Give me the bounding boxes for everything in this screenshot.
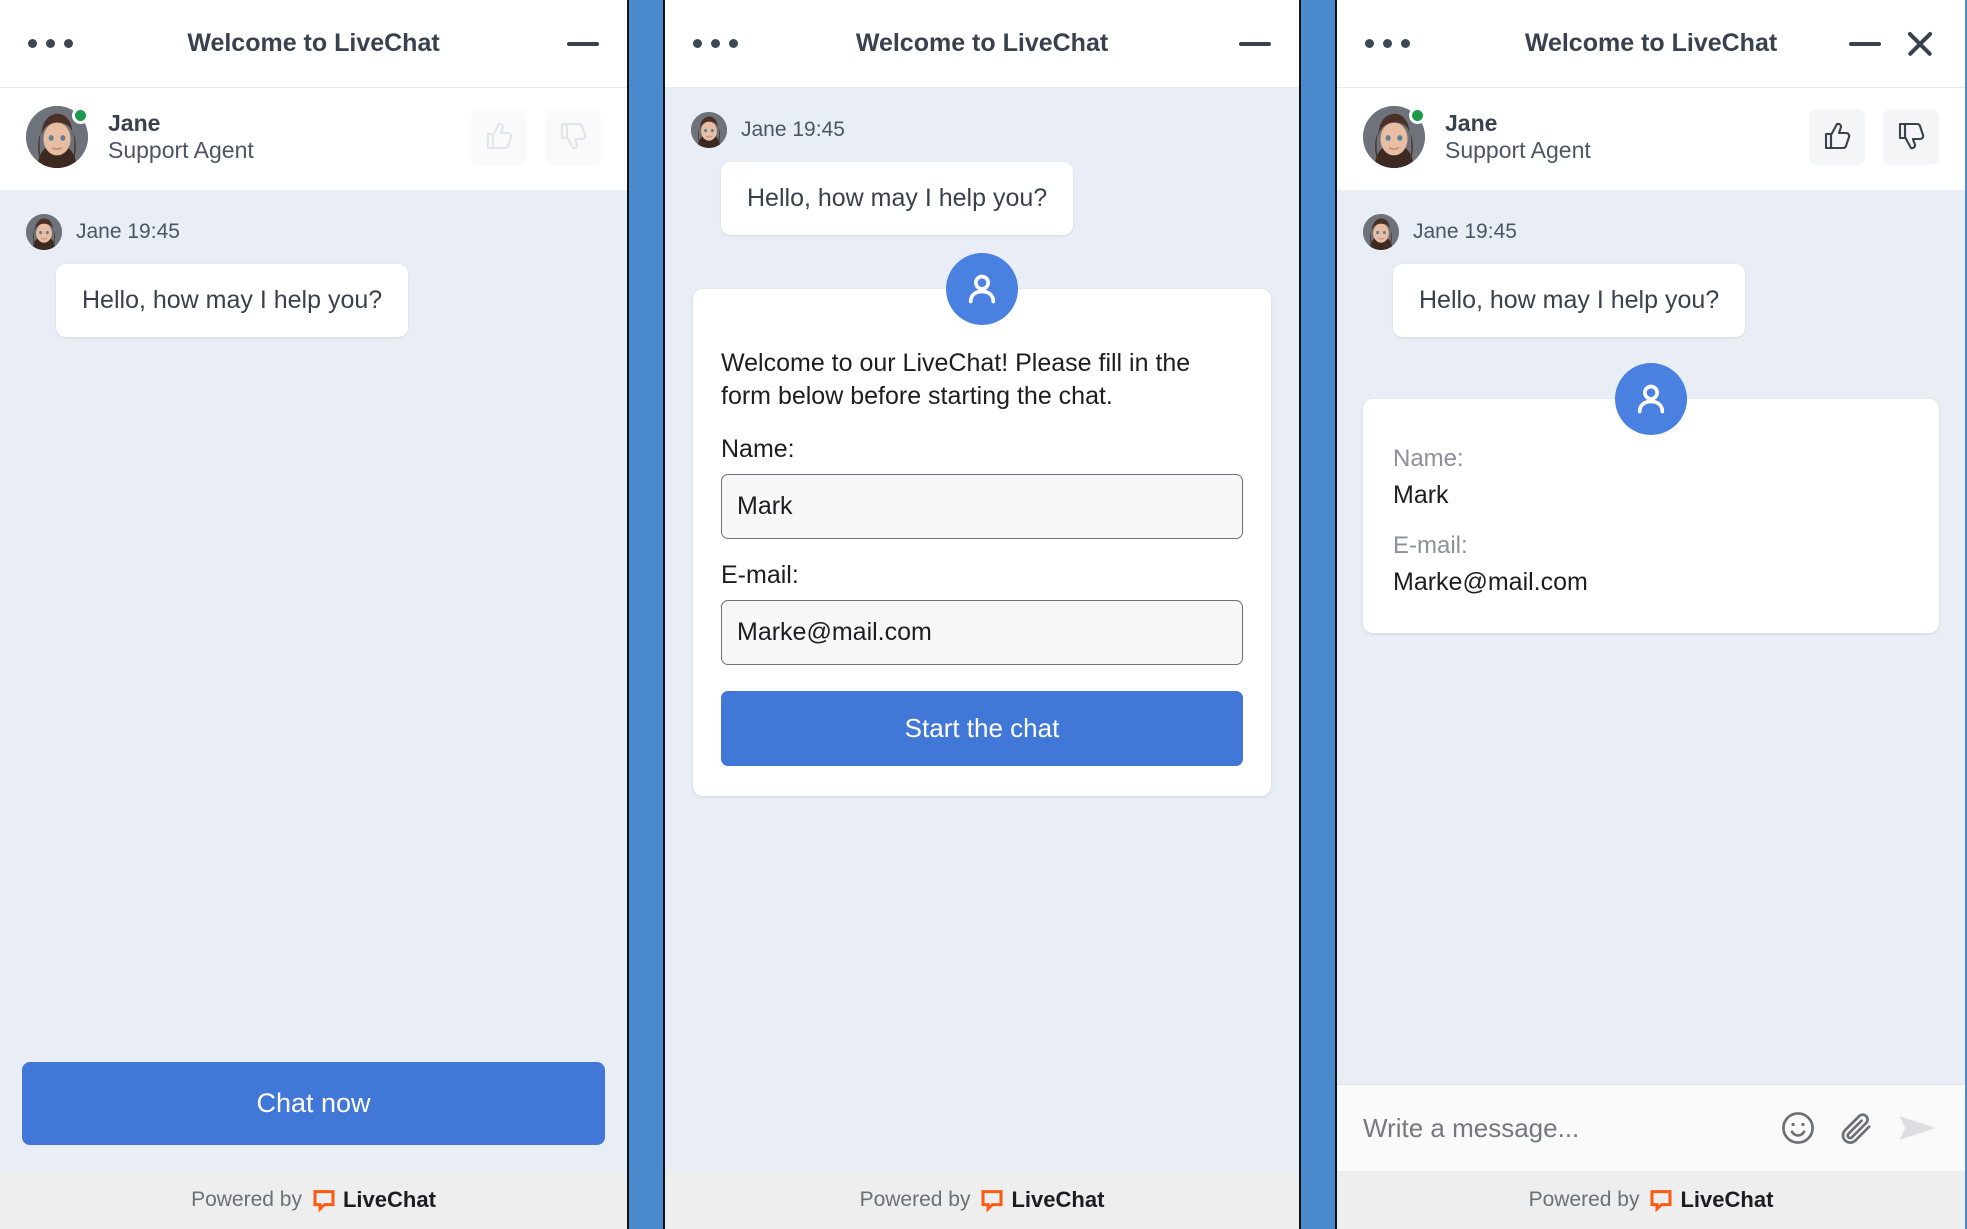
name-field-label: Name:	[721, 435, 795, 463]
message-bubble: Hello, how may I help you?	[1393, 264, 1746, 337]
agent-role: Support Agent	[108, 137, 254, 163]
status-badge	[1409, 107, 1426, 124]
message-bubble: Hello, how may I help you?	[56, 264, 409, 337]
brand-name: LiveChat	[1680, 1187, 1774, 1212]
message-list: Jane 19:45 Hello, how may I help you? We…	[665, 88, 1299, 1171]
screenshot-stage: Welcome to LiveChat Jane Support Agent J…	[0, 0, 1967, 1229]
paperclip-icon[interactable]	[1837, 1109, 1875, 1147]
avatar	[26, 106, 89, 168]
thumbs-down-button[interactable]	[545, 109, 601, 165]
message-sender-time: Jane 19:45	[76, 220, 180, 243]
thumbs-up-icon	[1824, 122, 1851, 150]
agent-bar: Jane Support Agent	[1337, 88, 1965, 190]
brand-name: LiveChat	[1011, 1187, 1105, 1212]
prechat-form: Welcome to our LiveChat! Please fill in …	[691, 253, 1273, 796]
email-input[interactable]	[721, 600, 1243, 665]
page-title: Welcome to LiveChat	[187, 29, 440, 57]
chat-widget-welcome-state: Welcome to LiveChat Jane Support Agent J…	[0, 0, 627, 1229]
agent-name: Jane	[1445, 109, 1498, 136]
chat-widget-prechat-form-state: Welcome to LiveChat Jane 19:45 Hello, ho…	[665, 0, 1299, 1229]
avatar	[26, 214, 62, 250]
powered-by-footer: Powered by LiveChat	[665, 1171, 1299, 1229]
agent-role: Support Agent	[1445, 137, 1591, 163]
livechat-bubble-icon	[1650, 1190, 1672, 1212]
minimize-icon[interactable]	[567, 41, 599, 46]
smiley-icon[interactable]	[1779, 1109, 1817, 1147]
powered-by-footer: Powered by LiveChat	[1337, 1171, 1965, 1229]
avatar	[1363, 214, 1399, 250]
thumbs-down-button[interactable]	[1883, 109, 1939, 165]
prechat-intro-text: Welcome to our LiveChat! Please fill in …	[721, 349, 1191, 410]
message-list: Jane 19:45 Hello, how may I help you? Na…	[1337, 190, 1965, 1084]
widget-header: Welcome to LiveChat	[1337, 0, 1965, 88]
panel-divider	[1299, 0, 1337, 1229]
email-field-label: E-mail:	[721, 561, 799, 589]
message-sender-time: Jane 19:45	[741, 118, 845, 141]
message-meta: Jane 19:45	[1363, 214, 1939, 250]
chat-widget-active-chat-state: Welcome to LiveChat Jane Support Agent J…	[1337, 0, 1965, 1229]
thumbs-up-icon	[486, 122, 513, 150]
powered-by-label: Powered by	[1528, 1188, 1640, 1211]
avatar	[1363, 106, 1426, 168]
thumbs-up-button[interactable]	[1809, 109, 1865, 165]
ellipsis-icon[interactable]	[1365, 39, 1410, 48]
close-icon[interactable]	[1903, 27, 1937, 61]
livechat-bubble-icon	[981, 1190, 1003, 1212]
summary-name-value: Mark	[1393, 481, 1449, 509]
thumbs-down-icon	[560, 122, 587, 150]
chat-now-button[interactable]: Chat now	[22, 1062, 605, 1145]
panel-divider	[627, 0, 665, 1229]
widget-header: Welcome to LiveChat	[0, 0, 627, 88]
thumbs-down-icon	[1898, 122, 1925, 150]
agent-name: Jane	[108, 109, 161, 136]
summary-email-label: E-mail:	[1393, 532, 1468, 559]
thumbs-up-button[interactable]	[471, 109, 527, 165]
name-input[interactable]	[721, 474, 1243, 539]
status-badge	[72, 107, 89, 124]
widget-header: Welcome to LiveChat	[665, 0, 1299, 88]
message-composer	[1337, 1084, 1965, 1171]
ellipsis-icon[interactable]	[28, 39, 73, 48]
message-meta: Jane 19:45	[26, 214, 601, 250]
avatar	[691, 112, 727, 148]
summary-name-label: Name:	[1393, 445, 1464, 472]
minimize-icon[interactable]	[1239, 41, 1271, 46]
minimize-icon[interactable]	[1849, 41, 1881, 46]
agent-bar: Jane Support Agent	[0, 88, 627, 190]
send-icon[interactable]	[1895, 1109, 1939, 1147]
visitor-details-card: Name: Mark E-mail: Marke@mail.com	[1363, 363, 1939, 633]
brand-name: LiveChat	[342, 1187, 436, 1212]
start-chat-button[interactable]: Start the chat	[721, 691, 1243, 766]
message-bubble: Hello, how may I help you?	[721, 162, 1074, 235]
user-icon	[946, 253, 1018, 325]
ellipsis-icon[interactable]	[693, 39, 738, 48]
message-list: Jane 19:45 Hello, how may I help you?	[0, 190, 627, 1062]
powered-by-label: Powered by	[191, 1188, 302, 1211]
message-sender-time: Jane 19:45	[1413, 220, 1517, 243]
summary-email-value: Marke@mail.com	[1393, 568, 1588, 596]
livechat-bubble-icon	[313, 1190, 335, 1212]
page-title: Welcome to LiveChat	[855, 29, 1109, 57]
powered-by-footer: Powered by LiveChat	[0, 1171, 627, 1229]
powered-by-label: Powered by	[859, 1188, 971, 1211]
message-input[interactable]	[1363, 1112, 1765, 1144]
message-meta: Jane 19:45	[691, 112, 1273, 148]
user-icon	[1615, 363, 1687, 435]
